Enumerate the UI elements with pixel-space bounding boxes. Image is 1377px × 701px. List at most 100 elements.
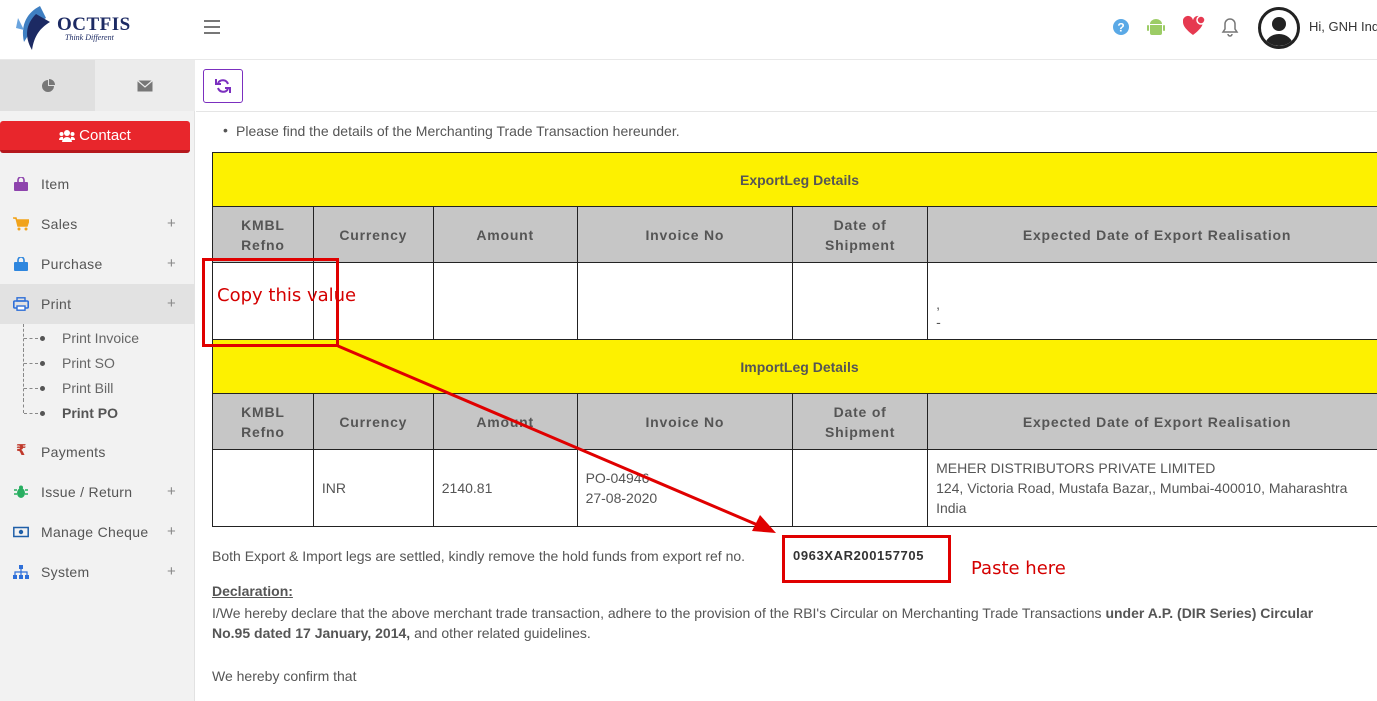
confirm-text: We hereby confirm that: [212, 668, 357, 684]
heart-notification-icon[interactable]: [1182, 15, 1207, 39]
brand-tagline: Think Different: [65, 33, 114, 42]
expand-plus-icon: +: [166, 295, 176, 312]
submenu-label: Print Bill: [62, 380, 114, 396]
user-icon: [1265, 17, 1293, 46]
sidebar-item-purchase[interactable]: Purchase +: [0, 244, 195, 284]
sidebar-item-label: Print: [41, 296, 72, 312]
declaration-title: Declaration:: [212, 583, 293, 599]
col-invoice-no: Invoice No: [576, 206, 794, 263]
declaration-text: I/We hereby declare that the above merch…: [212, 605, 1314, 641]
shopping-bag-icon: [14, 177, 28, 191]
rupee-icon: ₹: [16, 442, 27, 459]
refresh-button[interactable]: [203, 69, 243, 103]
user-greeting[interactable]: Hi, GNH Ind: [1309, 19, 1377, 34]
expand-plus-icon: +: [166, 563, 176, 580]
cell-date: [792, 262, 929, 340]
sidebar-item-label: Item: [41, 176, 70, 192]
submenu-print-so[interactable]: Print SO: [0, 349, 195, 376]
cell-date: [792, 449, 929, 527]
col-expected-date: Expected Date of Export Realisation: [927, 393, 1377, 450]
top-bar: OCTFIS Think Different ? Hi, GNH Ind: [0, 0, 1377, 60]
expand-plus-icon: +: [166, 215, 176, 232]
avatar[interactable]: [1258, 7, 1300, 49]
content-divider: [196, 111, 1377, 112]
col-amount: Amount: [432, 393, 578, 450]
tab-messages[interactable]: [95, 60, 195, 111]
users-icon: [59, 130, 76, 142]
import-leg-title: ImportLeg Details: [212, 339, 1377, 394]
cell-address: MEHER DISTRIBUTORS PRIVATE LIMITED 124, V…: [927, 449, 1377, 527]
bug-icon: [14, 485, 28, 498]
cell-invoice: PO-04946 27-08-2020: [576, 449, 794, 527]
contact-label: Contact: [79, 127, 131, 144]
shopping-bag-icon: [14, 257, 28, 271]
col-invoice-no: Invoice No: [576, 393, 794, 450]
sidebar: Contact Item Sales + Purchase + Print + …: [0, 60, 195, 701]
money-icon: [13, 526, 29, 538]
cell-currency: INR: [312, 449, 434, 527]
col-currency: Currency: [312, 206, 434, 263]
paste-annotation-box: [782, 535, 951, 583]
svg-text:?: ?: [1117, 21, 1124, 35]
col-kmbl-refno: KMBL Refno: [212, 393, 314, 450]
submenu-label: Print SO: [62, 355, 115, 371]
export-leg-table: ExportLeg Details KMBL Refno Currency Amo…: [212, 152, 1377, 527]
export-leg-title: ExportLeg Details: [212, 152, 1377, 207]
refresh-icon: [215, 79, 231, 93]
col-kmbl-refno: KMBL Refno: [212, 206, 314, 263]
col-date-of-shipment: Date of Shipment: [792, 206, 929, 263]
sidebar-item-label: System: [41, 564, 90, 580]
cell-invoice: [576, 262, 794, 340]
paste-annotation-label: Paste here: [971, 558, 1066, 579]
main-content: Please find the details of the Merchanti…: [196, 61, 1377, 701]
col-expected-date: Expected Date of Export Realisation: [927, 206, 1377, 263]
col-amount: Amount: [432, 206, 578, 263]
sidebar-item-label: Manage Cheque: [41, 524, 149, 540]
menu-toggle-icon[interactable]: [204, 20, 220, 34]
sidebar-item-label: Purchase: [41, 256, 103, 272]
submenu-print-bill[interactable]: Print Bill: [0, 374, 195, 401]
sidebar-item-payments[interactable]: ₹ Payments: [0, 432, 195, 472]
android-icon[interactable]: [1147, 17, 1171, 41]
submenu-label: Print PO: [62, 405, 119, 421]
settled-message: Both Export & Import legs are settled, k…: [212, 548, 746, 564]
expand-plus-icon: +: [166, 523, 176, 540]
col-currency: Currency: [312, 393, 434, 450]
sidebar-item-system[interactable]: System +: [0, 552, 195, 592]
submenu-print-po[interactable]: Print PO: [0, 399, 195, 426]
expand-plus-icon: +: [166, 255, 176, 272]
sidebar-item-label: Issue / Return: [41, 484, 133, 500]
cell-amount: 2140.81: [432, 449, 578, 527]
sidebar-item-print[interactable]: Print +: [0, 284, 195, 324]
intro-bullet: Please find the details of the Merchanti…: [223, 122, 680, 139]
sidebar-item-issue-return[interactable]: Issue / Return +: [0, 472, 195, 512]
cart-icon: [13, 217, 29, 231]
copy-annotation-label: Copy this value: [217, 285, 357, 306]
sidebar-item-label: Payments: [41, 444, 106, 460]
sidebar-menu: Item Sales + Purchase + Print + Print In…: [0, 164, 195, 592]
print-submenu: Print Invoice Print SO Print Bill Print …: [0, 324, 195, 432]
sidebar-item-label: Sales: [41, 216, 78, 232]
sidebar-tabs: [0, 60, 195, 111]
envelope-icon: [137, 79, 153, 91]
table-row: ,-: [212, 262, 1377, 340]
contact-button[interactable]: Contact: [0, 121, 190, 153]
table-row: INR 2140.81 PO-04946 27-08-2020 MEHER DIS…: [212, 449, 1377, 527]
print-icon: [13, 297, 29, 311]
cell-amount: [432, 262, 578, 340]
cell-refno: [212, 449, 314, 527]
sidebar-item-sales[interactable]: Sales +: [0, 204, 195, 244]
tab-dashboard[interactable]: [0, 60, 95, 111]
brand-logo[interactable]: OCTFIS Think Different: [10, 2, 130, 54]
submenu-print-invoice[interactable]: Print Invoice: [0, 324, 195, 351]
cell-expected: ,-: [927, 262, 1377, 340]
sidebar-item-item[interactable]: Item: [0, 164, 195, 204]
col-date-of-shipment: Date of Shipment: [792, 393, 929, 450]
expand-plus-icon: +: [166, 483, 176, 500]
pie-chart-icon: [41, 78, 55, 92]
sitemap-icon: [13, 565, 29, 579]
submenu-label: Print Invoice: [62, 330, 140, 346]
help-icon[interactable]: ?: [1112, 18, 1136, 42]
bell-icon[interactable]: [1221, 17, 1245, 41]
sidebar-item-manage-cheque[interactable]: Manage Cheque +: [0, 512, 195, 552]
